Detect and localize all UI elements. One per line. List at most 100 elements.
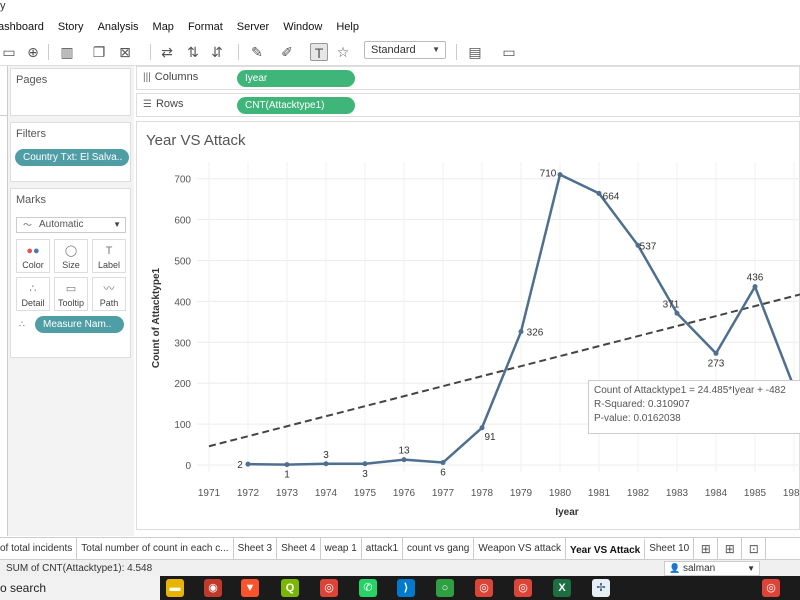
tooltip-p-value: P-value: 0.0162038: [594, 413, 681, 424]
data-point: [440, 460, 446, 466]
presentation-icon[interactable]: ▭: [500, 43, 518, 61]
user-select[interactable]: 👤 salman ▼: [664, 561, 760, 576]
menu-server[interactable]: Server: [237, 21, 269, 33]
data-point: [245, 461, 251, 467]
tooltip-label: Tooltip: [57, 298, 84, 308]
data-point: [479, 425, 485, 431]
marks-card: Marks 〜 Automatic ▼ ●● Color ◯ Size T La…: [10, 188, 131, 358]
tab-weapon-vs-attack[interactable]: Weapon VS attack: [474, 538, 566, 560]
tab-sheet-10[interactable]: Sheet 10: [645, 538, 695, 560]
data-label: 1: [284, 470, 290, 481]
left-collapsed-pane: [0, 66, 8, 536]
tab-attack1[interactable]: attack1: [362, 538, 404, 560]
sort-ascending-icon[interactable]: ⇅: [184, 43, 202, 61]
group-icon[interactable]: ✐: [278, 43, 296, 61]
show-me-icon[interactable]: ▤: [466, 43, 484, 61]
data-label: 91: [484, 432, 496, 443]
rows-pill[interactable]: CNT(Attacktype1): [237, 97, 355, 114]
y-tick-label: 400: [174, 297, 191, 308]
status-bar: SUM of CNT(Attacktype1): 4.548 👤 salman …: [0, 559, 800, 576]
mark-type-select[interactable]: 〜 Automatic ▼: [16, 217, 126, 233]
detail-button[interactable]: ∴ Detail: [16, 277, 50, 311]
x-tick-label: 1982: [627, 488, 650, 499]
tab-of-total-incidents[interactable]: of total incidents: [0, 538, 78, 560]
menu-bar: ashboard Story Analysis Map Format Serve…: [0, 16, 800, 38]
menu-format[interactable]: Format: [188, 21, 223, 33]
filter-pill[interactable]: Country Txt: El Salva..: [15, 149, 129, 166]
file-explorer-icon[interactable]: ▬: [166, 579, 184, 597]
qgis-icon[interactable]: Q: [281, 579, 299, 597]
viz-area: Year VS Attack 0 100 200 300 400 500 600 700 197…: [136, 121, 800, 530]
chrome-icon[interactable]: ◎: [320, 579, 338, 597]
save-icon[interactable]: ▭: [0, 43, 18, 61]
menu-analysis[interactable]: Analysis: [98, 21, 139, 33]
excel-icon[interactable]: X: [553, 579, 571, 597]
tab-sheet-4[interactable]: Sheet 4: [277, 538, 321, 560]
y-tick-label: 100: [174, 420, 191, 431]
y-tick-label: 0: [185, 461, 191, 472]
x-tick-label: 1974: [315, 488, 338, 499]
user-name: salman: [683, 563, 716, 574]
measure-names-pill[interactable]: Measure Nam..: [35, 316, 124, 333]
color-button[interactable]: ●● Color: [16, 239, 50, 273]
toolbar-divider: [456, 44, 457, 60]
swap-rows-columns-icon[interactable]: ⇄: [158, 43, 176, 61]
tableau-icon[interactable]: ✢: [592, 579, 610, 597]
menu-help[interactable]: Help: [336, 21, 359, 33]
menu-dashboard[interactable]: ashboard: [0, 21, 44, 33]
highlight-icon[interactable]: ✎: [248, 43, 266, 61]
tab-count-vs-gang[interactable]: count vs gang: [403, 538, 475, 560]
fix-axes-icon[interactable]: ☆: [334, 43, 352, 61]
menu-map[interactable]: Map: [153, 21, 174, 33]
brave-browser-icon[interactable]: ▼: [241, 579, 259, 597]
whatsapp-icon[interactable]: ✆: [359, 579, 377, 597]
detail-icon: ∴: [29, 283, 37, 295]
path-button[interactable]: 〰 Path: [92, 277, 126, 311]
filters-card-title: Filters: [16, 128, 46, 140]
chrome-icon[interactable]: ◎: [762, 579, 780, 597]
new-worksheet-icon[interactable]: ▥: [58, 43, 76, 61]
app-ring-icon[interactable]: ○: [436, 579, 454, 597]
new-worksheet-tab-icon[interactable]: ⊞: [694, 538, 719, 559]
window-title: y: [0, 0, 6, 12]
size-button[interactable]: ◯ Size: [54, 239, 88, 273]
tab-sheet-3[interactable]: Sheet 3: [234, 538, 278, 560]
columns-pill[interactable]: Iyear: [237, 70, 355, 87]
show-labels-icon[interactable]: T: [310, 43, 328, 61]
menu-story[interactable]: Story: [58, 21, 84, 33]
color-label: Color: [22, 260, 44, 270]
menu-window[interactable]: Window: [283, 21, 322, 33]
y-axis-label: Count of Attacktype1: [151, 267, 162, 368]
data-label: 664: [603, 191, 620, 202]
tooltip-button[interactable]: ▭ Tooltip: [54, 277, 88, 311]
y-tick-label: 500: [174, 257, 191, 268]
rows-shelf-label: ☰ Rows: [143, 98, 184, 110]
chevron-down-icon: ▼: [113, 220, 121, 229]
data-point: [323, 461, 329, 467]
chrome-icon[interactable]: ◎: [475, 579, 493, 597]
x-tick-label: 1981: [588, 488, 611, 499]
tab-year-vs-attack[interactable]: Year VS Attack: [565, 538, 646, 560]
label-button[interactable]: T Label: [92, 239, 126, 273]
tab-weap-1[interactable]: weap 1: [321, 538, 362, 560]
rows-icon: ☰: [143, 99, 152, 110]
y-tick-label: 300: [174, 338, 191, 349]
tooltip-r-squared: R-Squared: 0.310907: [594, 399, 690, 410]
tab-total-number-of-count[interactable]: Total number of count in each c...: [77, 538, 234, 560]
clear-sheet-icon[interactable]: ⊠: [116, 43, 134, 61]
pages-card: Pages: [10, 68, 131, 116]
data-label: 6: [440, 468, 446, 479]
vscode-icon[interactable]: ⟩: [397, 579, 415, 597]
sort-descending-icon[interactable]: ⇵: [208, 43, 226, 61]
taskbar-search[interactable]: o search: [0, 576, 160, 600]
app-icon[interactable]: ◉: [204, 579, 222, 597]
x-tick-label: 1985: [744, 488, 767, 499]
new-dashboard-tab-icon[interactable]: ⊞: [718, 538, 743, 559]
measure-detail-icon: ∴: [19, 319, 25, 329]
duplicate-sheet-icon[interactable]: ❐: [90, 43, 108, 61]
cards-pane: Pages Filters Country Txt: El Salva.. Ma…: [8, 66, 134, 536]
fit-select[interactable]: Standard ▼: [364, 41, 446, 59]
new-story-tab-icon[interactable]: ⊡: [742, 538, 767, 559]
chrome-icon[interactable]: ◎: [514, 579, 532, 597]
new-data-source-icon[interactable]: ⊕: [24, 43, 42, 61]
